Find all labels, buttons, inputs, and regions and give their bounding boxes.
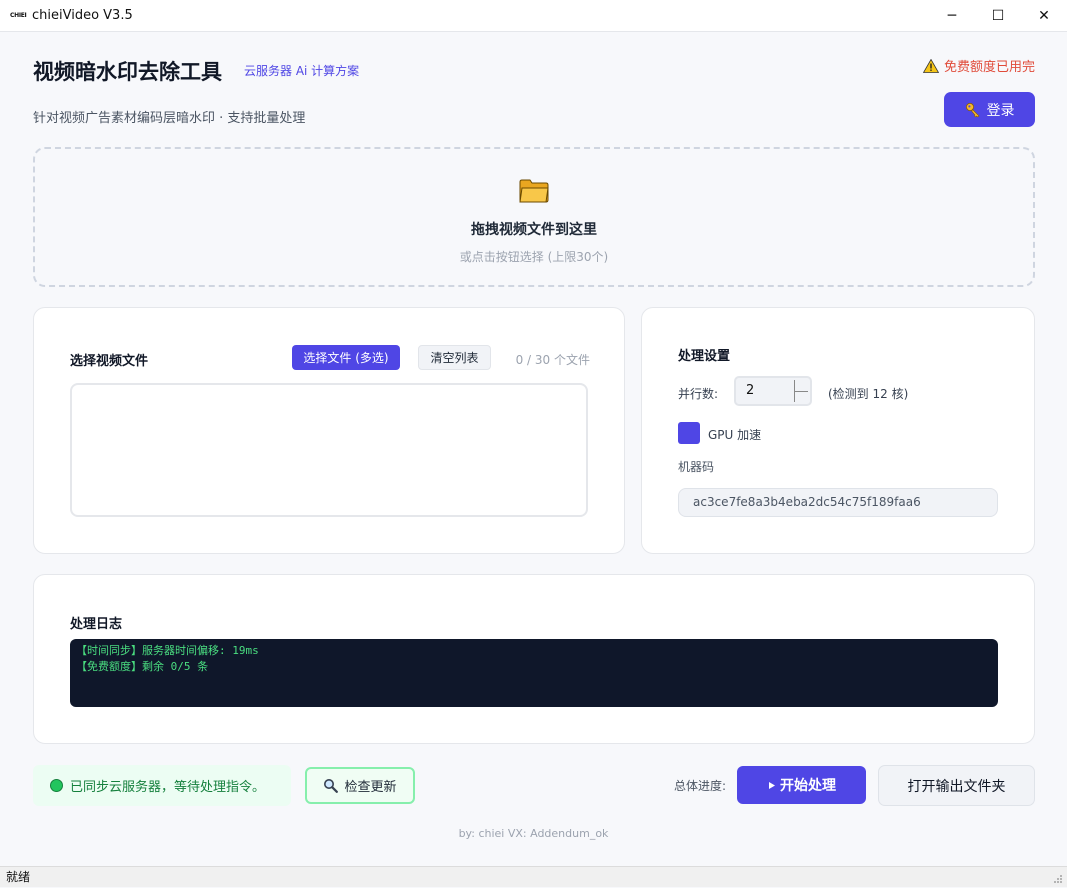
settings-section-title: 处理设置 xyxy=(678,349,731,364)
log-section-title: 处理日志 xyxy=(70,617,123,632)
clear-list-button[interactable]: 清空列表 xyxy=(418,345,491,370)
sync-status-text: 已同步云服务器，等待处理指令。 xyxy=(70,780,266,795)
dropzone-hint: 或点击按钮选择 (上限30个) xyxy=(459,250,609,264)
machine-code-label: 机器码 xyxy=(678,460,715,474)
window-controls: ─ ☐ ✕ xyxy=(929,0,1067,31)
dropzone-title: 拖拽视频文件到这里 xyxy=(471,222,597,238)
file-list[interactable] xyxy=(70,383,588,517)
plan-badge: 云服务器 Ai 计算方案 xyxy=(244,64,360,78)
open-output-folder-button[interactable]: 打开输出文件夹 xyxy=(878,765,1035,806)
app-icon: CHIEI xyxy=(10,12,27,19)
file-dropzone[interactable]: 拖拽视频文件到这里 或点击按钮选择 (上限30个) xyxy=(33,147,1035,287)
maximize-button[interactable]: ☐ xyxy=(975,0,1021,31)
file-section-title: 选择视频文件 xyxy=(70,354,149,369)
check-update-button[interactable]: 检查更新 xyxy=(305,767,415,804)
play-icon xyxy=(769,781,775,789)
file-count: 0 / 30 个文件 xyxy=(515,353,590,367)
log-line: 【时间同步】服务器时间偏移: 19ms xyxy=(76,644,259,657)
parallel-stepper[interactable]: 2 xyxy=(734,376,812,406)
check-update-label: 检查更新 xyxy=(344,780,397,795)
settings-card: 处理设置 并行数: 2 (检测到 12 核) GPU 加速 机器码 ac3ce7… xyxy=(641,307,1035,554)
start-processing-button[interactable]: 开始处理 xyxy=(737,766,866,804)
log-line: 【免费额度】剩余 0/5 条 xyxy=(76,660,209,673)
machine-code-field[interactable]: ac3ce7fe8a3b4eba2dc54c75f189faa6 xyxy=(678,488,998,517)
file-selection-card: 选择视频文件 选择文件 (多选) 清空列表 0 / 30 个文件 xyxy=(33,307,625,554)
page-subtitle: 针对视频广告素材编码层暗水印 · 支持批量处理 xyxy=(33,111,306,126)
parallel-value: 2 xyxy=(746,383,755,398)
start-label: 开始处理 xyxy=(780,778,836,794)
status-dot-icon xyxy=(50,779,63,792)
login-button[interactable]: 登录 xyxy=(944,92,1035,127)
stepper-arrows[interactable] xyxy=(794,380,808,402)
gpu-checkbox[interactable] xyxy=(678,422,700,444)
minimize-button[interactable]: ─ xyxy=(929,0,975,31)
log-card: 处理日志 【时间同步】服务器时间偏移: 19ms 【免费额度】剩余 0/5 条 xyxy=(33,574,1035,744)
page-title: 视频暗水印去除工具 xyxy=(33,60,222,84)
sync-status: 已同步云服务器，等待处理指令。 xyxy=(33,765,291,806)
key-icon xyxy=(965,102,979,117)
parallel-label: 并行数: xyxy=(678,387,719,401)
window-titlebar: CHIEI chieiVideo V3.5 ─ ☐ ✕ xyxy=(0,0,1067,32)
progress-label: 总体进度: xyxy=(674,779,727,793)
status-bar: 就绪 xyxy=(0,866,1067,887)
warning-icon xyxy=(922,58,939,73)
gpu-label: GPU 加速 xyxy=(708,428,762,442)
status-bar-text: 就绪 xyxy=(6,870,31,884)
magnifier-icon xyxy=(324,779,339,793)
log-console[interactable]: 【时间同步】服务器时间偏移: 19ms 【免费额度】剩余 0/5 条 xyxy=(70,639,998,707)
window-title: chieiVideo V3.5 xyxy=(32,8,133,23)
quota-warning: 免费额度已用完 xyxy=(922,56,1035,75)
select-files-button[interactable]: 选择文件 (多选) xyxy=(292,345,400,370)
credits: by: chiei VX: Addendum_ok xyxy=(458,827,609,840)
core-count-note: (检测到 12 核) xyxy=(828,387,909,401)
login-label: 登录 xyxy=(986,102,1015,119)
resize-grip-icon[interactable] xyxy=(1053,874,1063,884)
quota-warning-text: 免费额度已用完 xyxy=(943,60,1035,75)
close-button[interactable]: ✕ xyxy=(1021,0,1067,31)
folder-icon xyxy=(519,179,549,203)
